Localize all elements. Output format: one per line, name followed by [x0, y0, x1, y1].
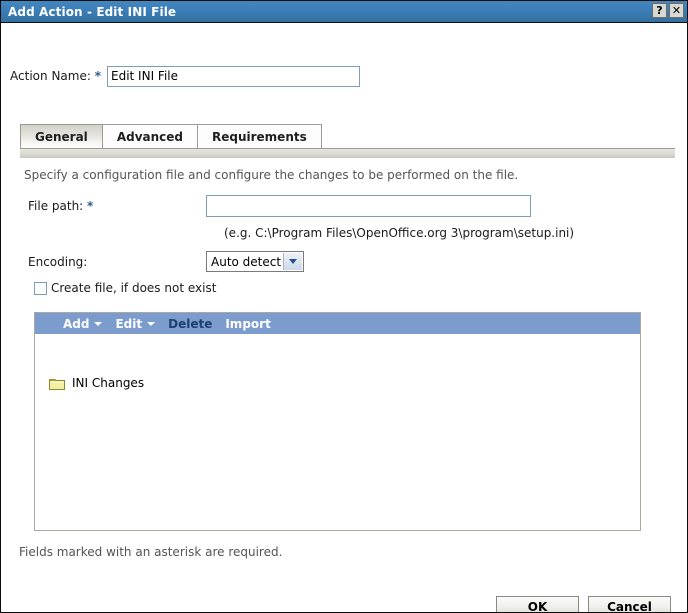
list-body[interactable]: INI Changes: [35, 334, 640, 530]
file-path-hint: (e.g. C:\Program Files\OpenOffice.org 3\…: [224, 226, 575, 240]
toolbar-import-label: Import: [225, 316, 271, 331]
action-name-label-text: Action Name:: [10, 69, 91, 83]
encoding-row: Encoding: Auto detect: [1, 251, 687, 272]
caret-down-icon-edit: [147, 321, 156, 326]
toolbar-edit-button[interactable]: Edit: [115, 316, 156, 331]
dialog-content: Action Name: * General Advanced Requirem…: [1, 23, 687, 612]
tab-advanced[interactable]: Advanced: [101, 124, 198, 148]
action-name-row: Action Name: *: [1, 64, 687, 88]
tab-underline: [20, 148, 675, 158]
create-file-checkbox-row[interactable]: Create file, if does not exist: [34, 281, 216, 295]
action-name-required-marker: *: [94, 69, 101, 83]
encoding-selected-value: Auto detect: [211, 254, 282, 269]
ini-changes-panel: Add Edit Delete Import INI Changes: [34, 312, 641, 531]
window-title: Add Action - Edit INI File: [8, 4, 177, 19]
toolbar-edit-label: Edit: [115, 316, 143, 331]
file-path-label-text: File path:: [28, 199, 84, 213]
file-path-required-marker: *: [87, 199, 94, 213]
title-bar-buttons: ? ✕: [652, 3, 684, 18]
encoding-label: Encoding:: [28, 254, 88, 269]
create-file-checkbox[interactable]: [34, 281, 47, 295]
toolbar-add-button[interactable]: Add: [63, 316, 103, 331]
help-icon[interactable]: ?: [652, 3, 667, 18]
toolbar-delete-label: Delete: [168, 316, 213, 331]
tab-strip: General Advanced Requirements: [20, 124, 322, 148]
required-fields-note: Fields marked with an asterisk are requi…: [19, 545, 283, 559]
panel-description: Specify a configuration file and configu…: [24, 168, 519, 182]
close-icon[interactable]: ✕: [669, 3, 684, 18]
folder-icon: [49, 377, 65, 390]
list-toolbar: Add Edit Delete Import: [35, 313, 640, 334]
toolbar-import-button[interactable]: Import: [225, 317, 270, 331]
toolbar-add-label: Add: [63, 316, 90, 331]
create-file-label: Create file, if does not exist: [51, 281, 217, 295]
encoding-select[interactable]: Auto detect: [206, 251, 305, 272]
dialog-window: Add Action - Edit INI File ? ✕ Action Na…: [0, 0, 688, 613]
list-item[interactable]: INI Changes: [49, 376, 144, 390]
chevron-down-icon[interactable]: [283, 253, 303, 270]
cancel-button[interactable]: Cancel: [588, 596, 671, 612]
file-path-label: File path: *: [1, 199, 206, 213]
tab-general[interactable]: General: [20, 124, 103, 148]
list-item-label: INI Changes: [72, 376, 145, 390]
title-bar: Add Action - Edit INI File ? ✕: [1, 1, 687, 23]
action-name-label: Action Name: *: [1, 69, 105, 83]
ok-button[interactable]: OK: [496, 596, 579, 612]
toolbar-delete-button: Delete: [168, 317, 212, 331]
action-name-input[interactable]: [107, 65, 360, 87]
dialog-button-bar: OK Cancel: [496, 596, 671, 612]
tab-requirements[interactable]: Requirements: [197, 124, 322, 148]
file-path-input[interactable]: [206, 195, 531, 217]
caret-down-icon-add: [94, 321, 103, 326]
file-path-row: File path: *: [1, 195, 687, 217]
